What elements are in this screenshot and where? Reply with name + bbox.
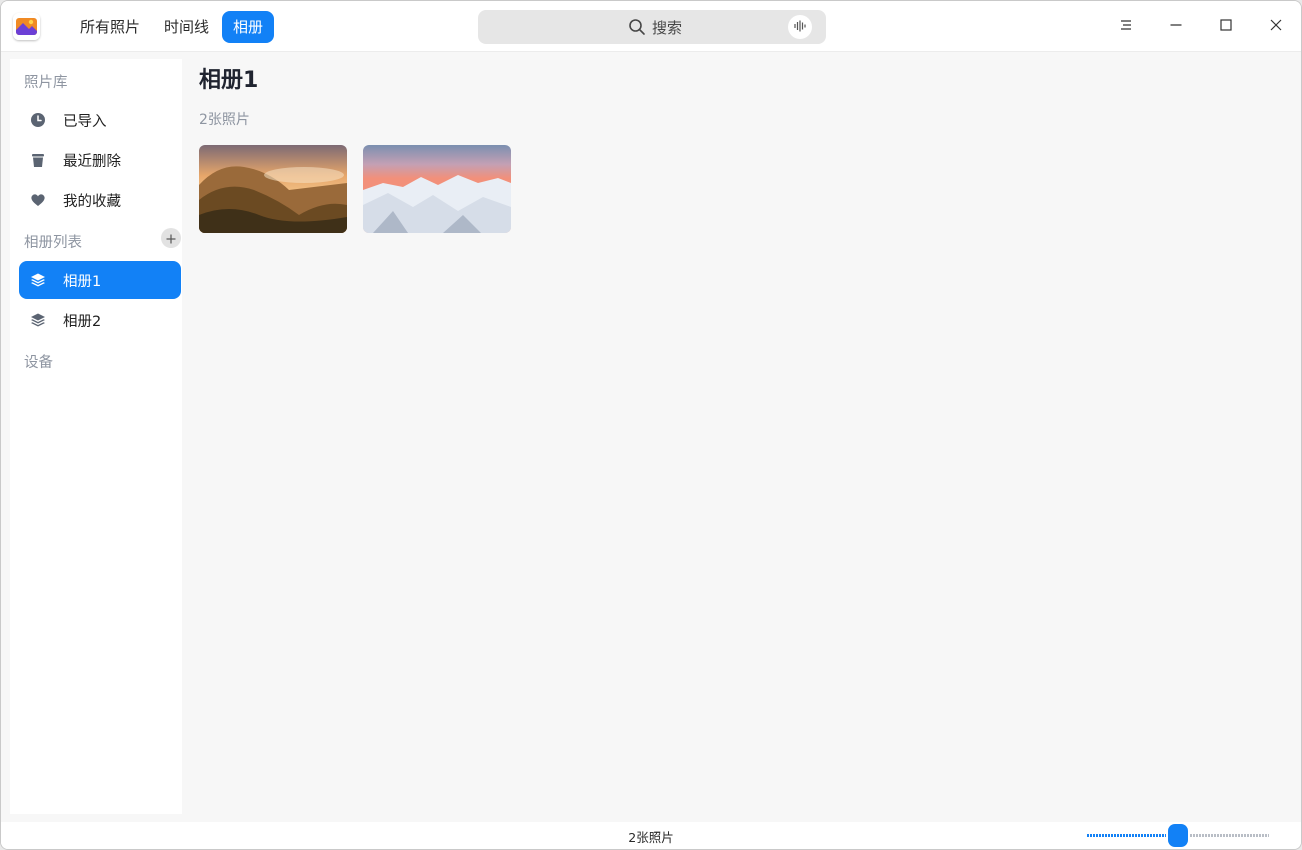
clock-icon xyxy=(30,112,46,128)
close-icon xyxy=(1269,17,1283,36)
maximize-button[interactable] xyxy=(1201,1,1251,52)
zoom-track-empty xyxy=(1190,834,1269,837)
album-stack-icon xyxy=(30,312,46,328)
view-tabs: 所有照片 时间线 相册 xyxy=(69,11,275,43)
maximize-icon xyxy=(1219,17,1233,36)
trash-icon xyxy=(30,152,46,168)
sidebar-item-favorites[interactable]: 我的收藏 xyxy=(19,181,181,219)
section-header-albums: 相册列表 xyxy=(24,235,82,251)
title-bar: 所有照片 时间线 相册 搜索 xyxy=(1,1,1301,52)
menu-button[interactable] xyxy=(1101,1,1151,52)
tab-albums[interactable]: 相册 xyxy=(222,11,275,43)
photo-thumbnail-snowy-mountain[interactable] xyxy=(363,145,511,233)
photo-app-window: 所有照片 时间线 相册 搜索 照片库 已导入 最近删除 我的收藏 相册列表 相册… xyxy=(0,0,1302,850)
zoom-slider-handle[interactable] xyxy=(1168,824,1188,847)
menu-icon xyxy=(1119,17,1133,36)
sidebar-item-label: 相册2 xyxy=(63,313,102,330)
sidebar-item-label: 最近删除 xyxy=(63,153,121,170)
sidebar-item-label: 相册1 xyxy=(63,273,102,290)
plus-icon xyxy=(166,229,176,248)
search-input[interactable]: 搜索 xyxy=(652,17,682,38)
sidebar-item-recently-deleted[interactable]: 最近删除 xyxy=(19,141,181,179)
minimize-icon xyxy=(1169,17,1183,36)
sidebar-item-imported[interactable]: 已导入 xyxy=(19,101,181,139)
sidebar-item-label: 我的收藏 xyxy=(63,193,121,210)
tab-timeline[interactable]: 时间线 xyxy=(153,11,220,43)
photo-count-label: 2张照片 xyxy=(199,112,250,128)
section-header-devices: 设备 xyxy=(24,355,53,371)
zoom-track-filled xyxy=(1087,834,1166,837)
sidebar-item-album-1[interactable]: 相册1 xyxy=(19,261,181,299)
voice-input-button[interactable] xyxy=(788,15,812,39)
sidebar: 照片库 已导入 最近删除 我的收藏 相册列表 相册1 相册2 设备 xyxy=(10,59,182,814)
sidebar-item-album-2[interactable]: 相册2 xyxy=(19,301,181,339)
photo-thumbnail-sunset-mountain[interactable] xyxy=(199,145,347,233)
window-controls xyxy=(1101,1,1301,52)
photo-album-app-icon xyxy=(13,13,40,40)
page-title: 相册1 xyxy=(199,68,259,93)
close-button[interactable] xyxy=(1251,1,1301,52)
status-bar: 2张照片 xyxy=(1,822,1301,849)
sidebar-item-label: 已导入 xyxy=(63,113,107,130)
voice-input-icon xyxy=(793,18,807,37)
heart-icon xyxy=(30,192,46,208)
minimize-button[interactable] xyxy=(1151,1,1201,52)
album-stack-icon xyxy=(30,272,46,288)
tab-all-photos[interactable]: 所有照片 xyxy=(69,11,151,43)
search-box[interactable]: 搜索 xyxy=(478,10,826,44)
search-icon xyxy=(628,18,646,36)
add-album-button[interactable] xyxy=(161,228,181,248)
section-header-library: 照片库 xyxy=(24,75,68,91)
thumbnail-zoom-slider[interactable] xyxy=(1087,824,1269,848)
